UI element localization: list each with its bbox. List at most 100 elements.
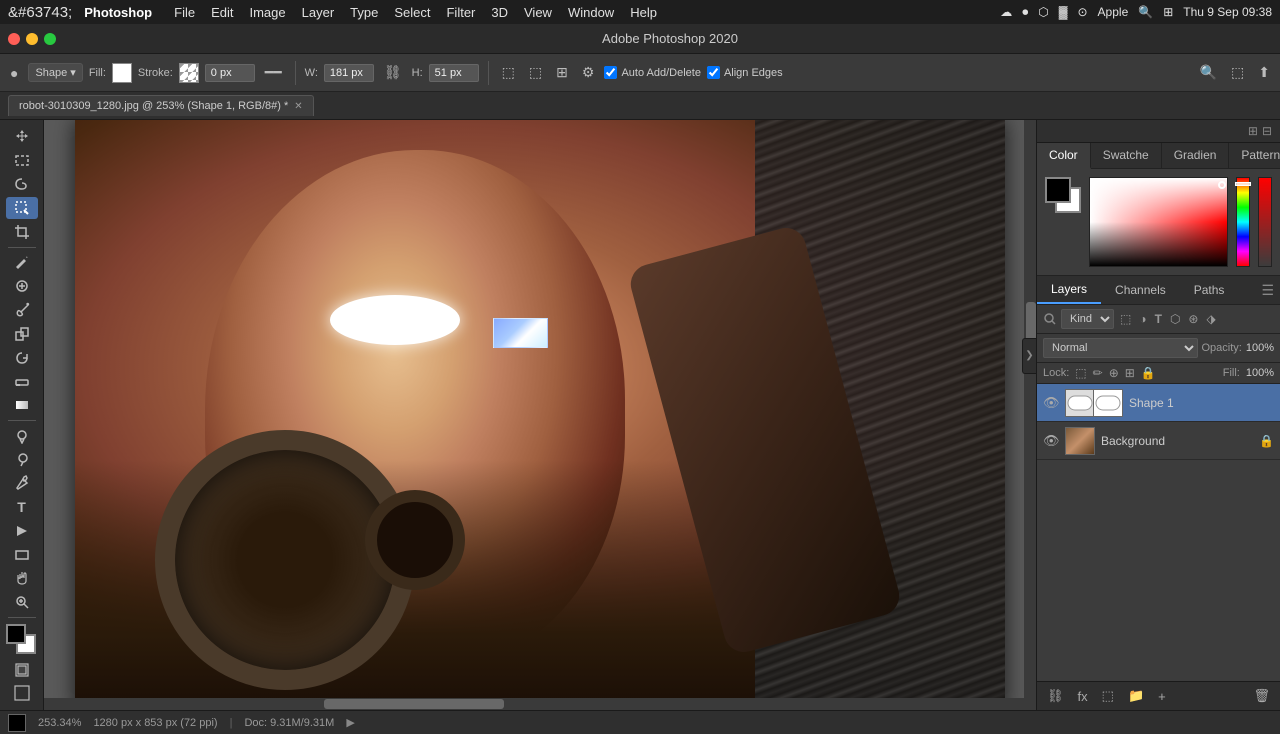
color-spectrum[interactable] [1089,177,1228,267]
layer-link-btn[interactable]: ⛓ [1043,686,1068,706]
path-selection-tool[interactable] [6,520,38,542]
apple-menu[interactable]: &#63743; [8,4,72,21]
link-icon[interactable]: ⛓ [380,62,406,83]
battery-icon[interactable]: ▓ [1059,5,1068,19]
arrange-btn[interactable]: ⬚ [1227,62,1248,83]
rectangular-marquee-tool[interactable] [6,150,38,172]
wifi-icon[interactable]: ⊙ [1077,5,1087,19]
playback-icon[interactable]: ⏺ [1022,5,1028,20]
hand-tool[interactable] [6,567,38,589]
dodge-tool[interactable] [6,449,38,471]
layer-kind-filter[interactable]: Kind [1061,309,1114,329]
menu-layer[interactable]: Layer [302,5,335,20]
pixel-filter-icon[interactable]: ⬚ [1118,310,1133,328]
smart-filter-icon[interactable]: ⊛ [1186,310,1200,328]
layer-background[interactable]: 👁 Background 🔒 [1037,422,1280,460]
opacity-value[interactable]: 100% [1246,342,1274,354]
zoom-tool[interactable] [6,591,38,613]
cloud-icon[interactable]: ☁ [1000,5,1012,19]
new-layer-btn[interactable]: + [1154,687,1170,706]
stroke-swatch[interactable] [179,63,199,83]
share-btn[interactable]: ⬆ [1254,62,1274,83]
eraser-tool[interactable] [6,371,38,393]
close-button[interactable] [8,33,20,45]
blend-mode-select[interactable]: Normal Multiply Screen Overlay [1043,338,1198,358]
tab-color[interactable]: Color [1037,143,1091,169]
layer-visibility-bg[interactable]: 👁 [1043,433,1059,449]
object-selection-tool[interactable] [6,197,38,219]
fg-bg-swatches[interactable] [1045,177,1081,213]
gradient-tool[interactable] [6,394,38,416]
add-mask-btn[interactable]: ⬚ [1098,686,1118,706]
screen-mode-btn[interactable] [6,682,38,704]
stroke-size-input[interactable] [205,64,255,82]
adjustment-filter-icon[interactable]: ◑ [1137,310,1148,328]
tab-layers[interactable]: Layers [1037,276,1101,304]
path-settings-btn[interactable]: ⚙ [578,62,599,83]
alpha-slider[interactable] [1258,177,1272,267]
expand-icon[interactable]: ⊞ [1246,122,1260,140]
menu-type[interactable]: Type [350,5,378,20]
search-icon-menu[interactable]: 🔍 [1138,5,1153,19]
vertical-scrollbar[interactable] [1024,120,1036,710]
align-edges-checkbox[interactable] [707,66,720,79]
path-ops-btn[interactable]: ⊞ [552,62,572,83]
auto-add-checkbox[interactable] [604,66,617,79]
canvas-area[interactable] [44,120,1036,710]
artboard-filter-icon[interactable]: ⬗ [1204,310,1217,328]
auto-add-check-label[interactable]: Auto Add/Delete [604,66,701,79]
shape-dropdown[interactable]: Shape ▾ [28,63,82,82]
stroke-options-btn[interactable]: ━━ [261,62,286,83]
status-more-btn[interactable]: ▶ [346,716,354,729]
align-edges-check-label[interactable]: Align Edges [707,66,783,79]
healing-brush-tool[interactable] [6,275,38,297]
menu-image[interactable]: Image [249,5,285,20]
tab-swatches[interactable]: Swatche [1091,143,1162,168]
foreground-color[interactable] [6,624,26,644]
fg-bg-colors[interactable] [6,624,38,651]
lock-brush-icon[interactable]: ✏ [1093,366,1103,380]
menu-help[interactable]: Help [630,5,657,20]
eyedropper-tool[interactable] [6,252,38,274]
tool-icon-btn[interactable]: ● [6,63,22,83]
width-input[interactable] [324,64,374,82]
lock-position-icon[interactable]: ⊕ [1109,366,1119,380]
tab-patterns[interactable]: Patterns [1229,143,1280,168]
maximize-button[interactable] [44,33,56,45]
shape-filter-icon[interactable]: ⬡ [1168,310,1182,328]
text-tool[interactable]: T [6,496,38,518]
collapse-panels-icon[interactable]: ⊟ [1260,122,1274,140]
lasso-tool[interactable] [6,174,38,196]
tab-channels[interactable]: Channels [1101,277,1180,303]
text-filter-icon[interactable]: T [1153,310,1164,328]
lock-all-icon[interactable]: 🔒 [1141,366,1156,380]
new-group-btn[interactable]: 📁 [1124,686,1148,706]
fill-value[interactable]: 100% [1246,367,1274,379]
traffic-lights[interactable] [8,33,56,45]
horizontal-scroll-thumb[interactable] [324,699,504,709]
hue-slider[interactable] [1236,177,1250,267]
pen-tool[interactable] [6,472,38,494]
height-input[interactable] [429,64,479,82]
history-brush-tool[interactable] [6,347,38,369]
brush-tool[interactable] [6,299,38,321]
path-align-btn[interactable]: ⬚ [498,62,519,83]
delete-layer-btn[interactable]: 🗑 [1249,686,1274,706]
edit-mode-btn[interactable] [6,659,38,681]
menu-view[interactable]: View [524,5,552,20]
menu-file[interactable]: File [174,5,195,20]
crop-tool[interactable] [6,221,38,243]
tab-close-btn[interactable]: ✕ [294,101,302,112]
horizontal-scrollbar[interactable] [44,698,1024,710]
rectangle-tool[interactable] [6,544,38,566]
document-tab[interactable]: robot-3010309_1280.jpg @ 253% (Shape 1, … [8,95,314,116]
minimize-button[interactable] [26,33,38,45]
menu-edit[interactable]: Edit [211,5,233,20]
bluetooth-icon[interactable]: ⬡ [1038,5,1048,19]
path-distribute-btn[interactable]: ⬚ [525,62,546,83]
lock-artboard-icon[interactable]: ⊞ [1125,366,1135,380]
menu-window[interactable]: Window [568,5,614,20]
tab-gradient[interactable]: Gradien [1162,143,1230,168]
clone-stamp-tool[interactable] [6,323,38,345]
fill-swatch[interactable] [112,63,132,83]
